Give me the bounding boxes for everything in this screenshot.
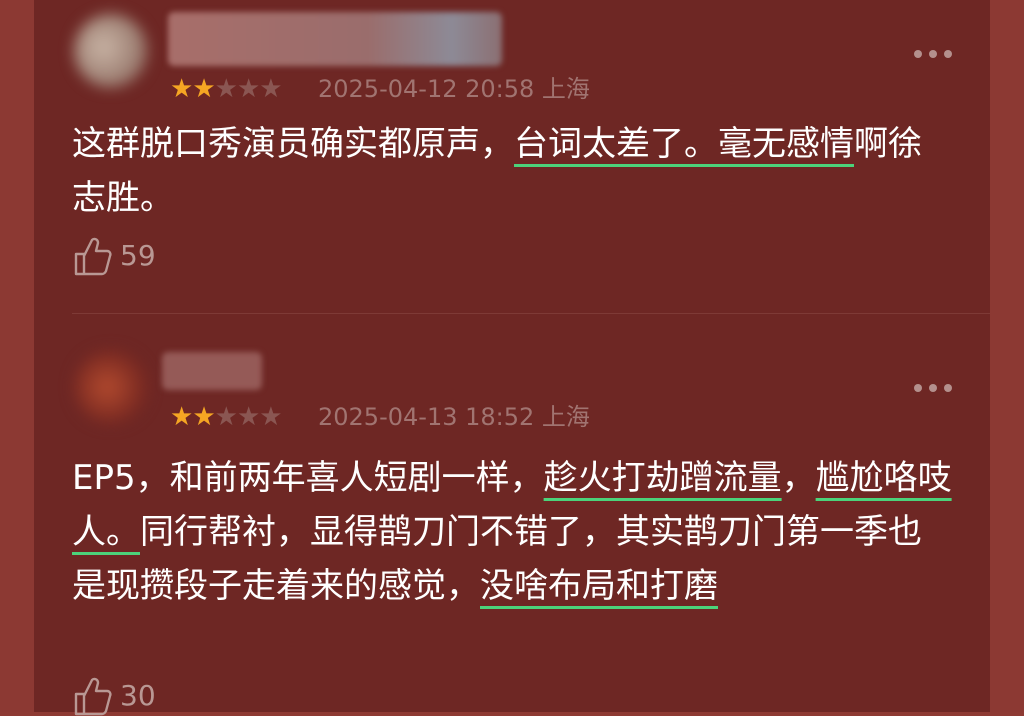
star-icon: ★ [214, 74, 238, 104]
comment-text: EP5，和前两年喜人短剧一样，趁火打劫蹭流量，尴尬咯吱人。同行帮衬，显得鹊刀门不… [72, 451, 952, 613]
highlighted-phrase: 台词太差了。毫无感情 [514, 124, 854, 164]
star-icon: ★ [170, 74, 193, 104]
text-segment: 这群脱口秀演员确实都原声， [72, 124, 514, 164]
highlighted-phrase: 没啥布局和打磨 [480, 566, 718, 606]
username-blurred[interactable] [162, 352, 262, 390]
text-segment: EP5，和前两年喜人短剧一样， [72, 458, 544, 498]
star-icon: ★ [170, 402, 193, 432]
like-count: 59 [120, 239, 156, 272]
page-edge-left [0, 0, 34, 712]
username-blurred[interactable] [168, 12, 502, 66]
star-icon: ★ [259, 402, 282, 432]
thumbs-up-icon [74, 677, 112, 716]
star-icon: ★ [192, 74, 215, 104]
avatar[interactable] [74, 350, 148, 424]
star-icon: ★ [236, 74, 260, 104]
comment-date: 2025-04-13 18:52 上海 [318, 403, 590, 431]
highlighted-phrase: 趁火打劫蹭流量 [543, 458, 782, 498]
star-icon: ★ [259, 74, 282, 104]
page-edge-right [990, 0, 1024, 712]
comment-panel: ★★★★★ 2025-04-12 20:58 上海 这群脱口秀演员确实都原声，台… [34, 0, 990, 716]
thumbs-up-icon [74, 237, 112, 276]
more-dots-icon[interactable] [914, 382, 954, 394]
star-icon: ★ [192, 402, 215, 432]
comment-text: 这群脱口秀演员确实都原声，台词太差了。毫无感情啊徐志胜。 [72, 117, 952, 225]
avatar[interactable] [74, 14, 148, 88]
comment-date: 2025-04-12 20:58 上海 [318, 75, 590, 103]
star-rating: ★★★★★ [170, 402, 283, 432]
more-dots-icon[interactable] [914, 48, 954, 60]
star-icon: ★ [214, 402, 238, 432]
star-rating: ★★★★★ [170, 74, 283, 104]
divider [72, 313, 990, 314]
like-count: 30 [120, 679, 156, 712]
star-icon: ★ [236, 402, 260, 432]
text-segment: ， [781, 458, 816, 498]
